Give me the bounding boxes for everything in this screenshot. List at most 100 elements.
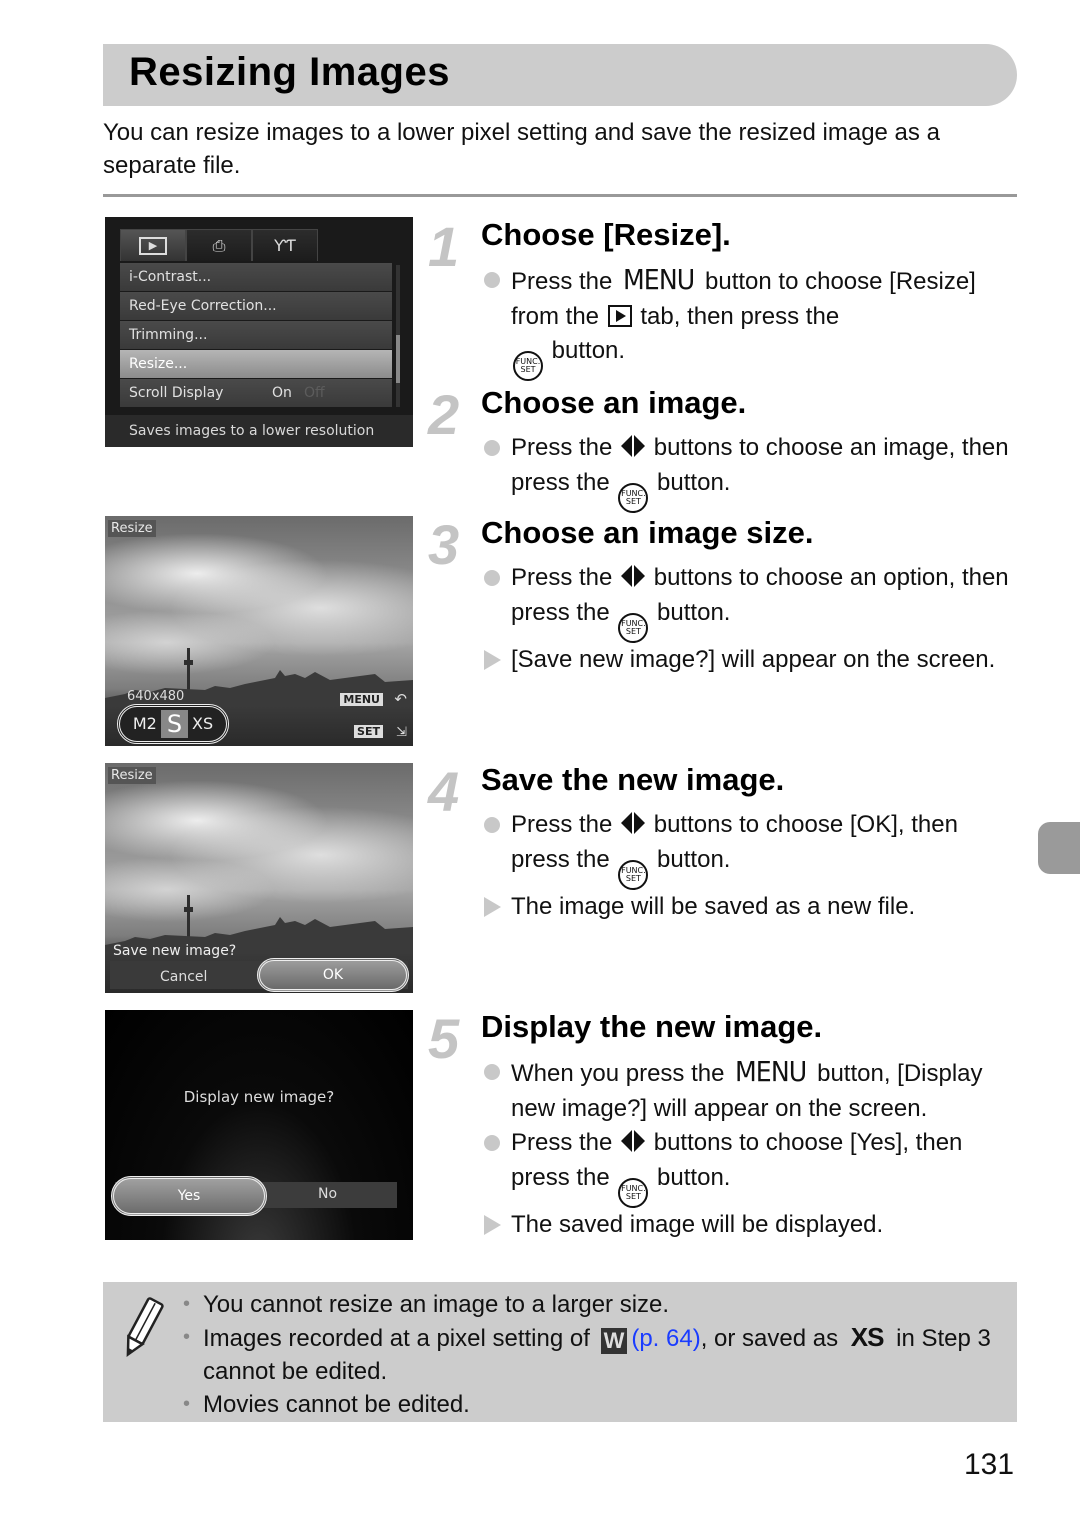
ok-button[interactable]: OK	[257, 958, 409, 992]
menu-button-icon: MENU	[735, 1055, 807, 1088]
bullet-dot-icon	[484, 440, 500, 456]
menu-button[interactable]: MENU	[340, 693, 383, 706]
note-item: Images recorded at a pixel setting of W(…	[183, 1321, 1013, 1388]
option-off[interactable]: Off	[304, 379, 325, 407]
settings-icon: ƳƬ	[274, 236, 296, 255]
result-bullet: The saved image will be displayed.	[483, 1208, 1023, 1243]
menu-item-label: Scroll Display	[129, 385, 224, 401]
func-set-button-icon: FUNC. SET	[618, 612, 649, 643]
text: tab, then press the	[633, 302, 840, 330]
menu-item[interactable]: Scroll Display On Off	[120, 379, 392, 407]
step-title: Display the new image.	[481, 1009, 823, 1044]
size-option[interactable]: M2	[129, 710, 161, 738]
text: Press the	[511, 811, 620, 838]
text: Press the	[511, 268, 620, 295]
func-set-button-icon: FUNC. SET	[513, 351, 543, 381]
screen-label: Resize	[108, 520, 156, 537]
camera-screen-size-select: Resize 640x480 M2 S XS MENU ↶ SET ⇲	[105, 516, 413, 746]
menu-item-label: Trimming...	[129, 327, 208, 343]
action-bullet: Press the MENU button to choose [Resize]…	[483, 263, 1023, 381]
step-number: 4	[428, 760, 460, 823]
size-selector[interactable]: M2 S XS	[117, 704, 229, 744]
menu-item-label: Red-Eye Correction...	[129, 298, 277, 314]
action-bullet: Press the buttons to choose an image, th…	[483, 431, 1023, 513]
menu-item[interactable]: Trimming...	[120, 321, 392, 349]
step-number: 1	[428, 215, 460, 278]
option-on[interactable]: On	[272, 379, 292, 407]
menu-button-icon: MENU	[623, 263, 695, 296]
menu-item[interactable]: Red-Eye Correction...	[120, 292, 392, 320]
set-label: SET	[625, 496, 641, 506]
bullet-dot-icon	[484, 1064, 500, 1080]
action-bullet: Press the buttons to choose [Yes], then …	[483, 1126, 1023, 1208]
tab-playback[interactable]: ▶	[120, 229, 186, 261]
left-right-buttons-icon	[621, 435, 646, 457]
no-button[interactable]: No	[318, 1186, 337, 1202]
resolution-readout: 640x480	[127, 689, 185, 704]
text: You cannot resize an image to a larger s…	[203, 1291, 670, 1318]
return-icon: ↶	[394, 690, 407, 708]
size-option[interactable]: XS	[188, 710, 217, 738]
step-number: 5	[428, 1007, 460, 1070]
widescreen-pixel-icon: W	[600, 1328, 628, 1354]
save-icon: ⇲	[396, 725, 407, 740]
cancel-button[interactable]: Cancel	[160, 969, 207, 985]
step-body: Press the buttons to choose an image, th…	[483, 431, 1023, 513]
intro-text: You can resize images to a lower pixel s…	[103, 119, 940, 179]
notes-list: You cannot resize an image to a larger s…	[183, 1288, 1013, 1421]
tab-settings[interactable]: ƳƬ	[252, 229, 318, 261]
menu-tabs: ▶ ⎙ ƳƬ	[120, 229, 320, 261]
menu-list: i-Contrast... Red-Eye Correction... Trim…	[120, 263, 392, 408]
pencil-icon	[126, 1297, 164, 1357]
text: , or saved as	[700, 1325, 845, 1352]
result-arrow-icon	[484, 896, 501, 917]
step-title: Choose an image.	[481, 385, 747, 420]
chapter-tab[interactable]	[1038, 822, 1080, 874]
bullet-dot-icon	[484, 817, 500, 833]
left-right-buttons-icon	[621, 1130, 646, 1152]
page-number: 131	[964, 1448, 1015, 1481]
set-label: SET	[625, 1191, 641, 1201]
yes-button[interactable]: Yes	[111, 1176, 267, 1216]
menu-item-selected[interactable]: Resize...	[120, 350, 392, 378]
set-button[interactable]: SET	[354, 725, 383, 738]
text: Press the	[511, 564, 620, 591]
menu-item-label: Resize...	[129, 356, 188, 372]
left-right-buttons-icon	[621, 812, 646, 834]
text: Movies cannot be edited.	[203, 1391, 470, 1418]
title-bar: Resizing Images	[103, 44, 1017, 106]
action-bullet: Press the buttons to choose [OK], then p…	[483, 808, 1023, 890]
playback-tab-icon	[607, 304, 632, 327]
size-option-selected[interactable]: S	[160, 710, 189, 738]
page-reference-link[interactable]: (p. 64)	[631, 1325, 700, 1352]
action-bullet: When you press the MENU button, [Display…	[483, 1055, 1023, 1126]
scrollbar-thumb[interactable]	[396, 335, 400, 383]
text: Press the	[511, 1129, 620, 1156]
step-body: Press the buttons to choose [OK], then p…	[483, 808, 1023, 924]
func-set-button-icon: FUNC. SET	[618, 1177, 649, 1208]
text: The image will be saved as a new file.	[511, 892, 916, 920]
tab-print[interactable]: ⎙	[186, 229, 252, 261]
step-number: 3	[428, 513, 460, 576]
xs-size-icon: XS	[850, 1322, 885, 1352]
text: button.	[545, 337, 626, 364]
bullet-dot-icon	[484, 570, 500, 586]
action-bullet: Press the buttons to choose an option, t…	[483, 561, 1023, 643]
result-bullet: [Save new image?] will appear on the scr…	[483, 643, 1023, 678]
scrollbar[interactable]	[396, 265, 400, 407]
step-title: Choose [Resize].	[481, 217, 731, 252]
set-label: SET	[520, 365, 536, 374]
text: When you press the	[511, 1060, 732, 1087]
menu-item[interactable]: i-Contrast...	[120, 263, 392, 291]
text: button.	[650, 1163, 731, 1191]
result-arrow-icon	[484, 1214, 501, 1235]
left-right-buttons-icon	[621, 565, 646, 587]
print-icon: ⎙	[212, 235, 226, 255]
func-set-button-icon: FUNC. SET	[618, 859, 649, 890]
divider	[103, 194, 1017, 197]
bullet-dot-icon	[484, 272, 500, 288]
step-number: 2	[428, 383, 460, 446]
step-title: Choose an image size.	[481, 515, 814, 550]
text: button.	[650, 845, 731, 873]
text: button.	[650, 468, 731, 496]
